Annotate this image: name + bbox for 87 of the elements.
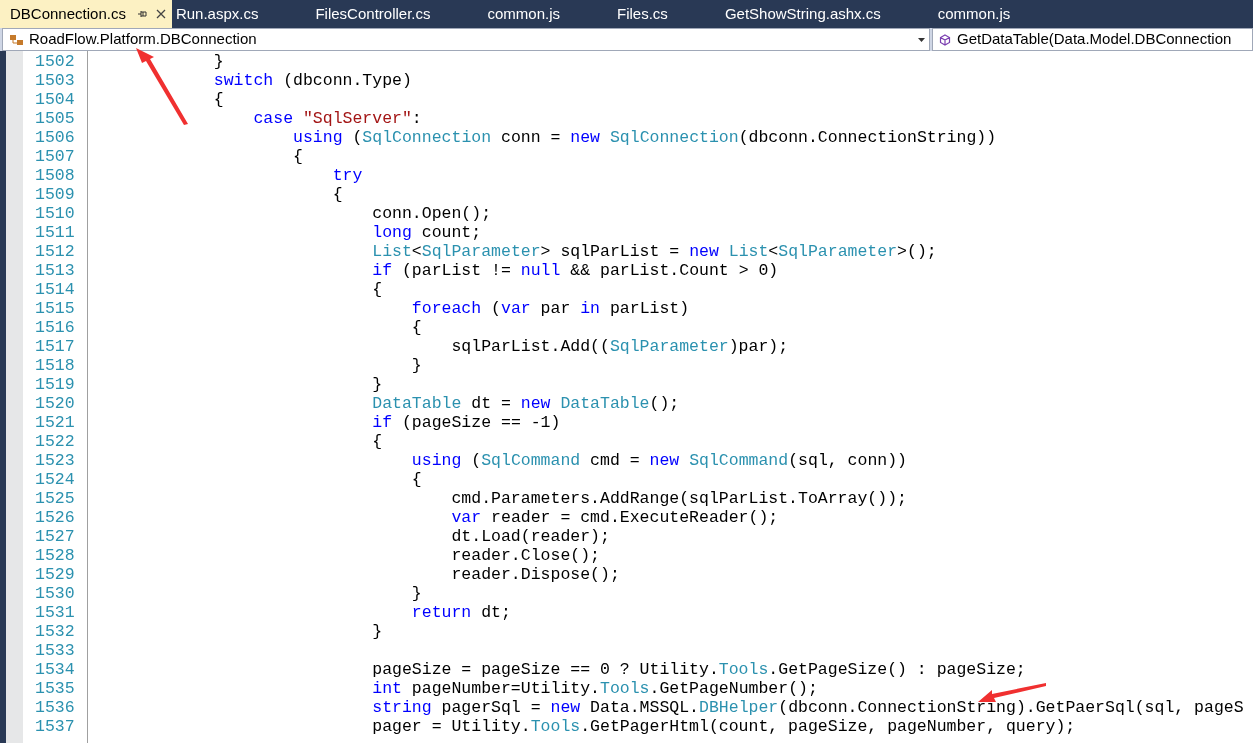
code-line: long count; xyxy=(371,223,482,242)
line-number: 1528 xyxy=(35,546,75,565)
line-number: 1524 xyxy=(35,470,75,489)
member-dropdown[interactable]: GetDataTable(Data.Model.DBConnection xyxy=(932,28,1253,51)
pin-icon[interactable] xyxy=(137,10,148,18)
line-number: 1529 xyxy=(35,565,75,584)
code-line: sqlParList.Add((SqlParameter)par); xyxy=(450,337,789,356)
line-number: 1531 xyxy=(35,603,75,622)
code-line: int pageNumber=Utility.Tools.GetPageNumber(); xyxy=(371,679,818,698)
line-number: 1534 xyxy=(35,660,75,679)
line-number: 1525 xyxy=(35,489,75,508)
code-line: List<SqlParameter> sqlParList = new List<SqlParameter>(); xyxy=(371,242,937,261)
code-line: } xyxy=(371,375,383,394)
code-line: } xyxy=(212,52,224,71)
dropdown-caret-icon xyxy=(918,37,925,42)
line-number: 1521 xyxy=(35,413,75,432)
code-line: if (parList != null && parList.Count > 0) xyxy=(371,261,779,280)
line-number: 1510 xyxy=(35,204,75,223)
line-number: 1532 xyxy=(35,622,75,641)
code-line: reader.Close(); xyxy=(450,546,600,565)
code-line: { xyxy=(371,432,383,451)
line-number: 1508 xyxy=(35,166,75,185)
code-line: pager = Utility.Tools.GetPagerHtml(count, pageSize, pageNumber, query); xyxy=(371,717,1076,736)
line-number: 1526 xyxy=(35,508,75,527)
line-number: 1512 xyxy=(35,242,75,261)
type-name: RoadFlow.Platform.DBConnection xyxy=(29,29,258,50)
code-line: } xyxy=(371,622,383,641)
code-line: { xyxy=(212,90,224,109)
line-number: 1516 xyxy=(35,318,75,337)
line-number: 1537 xyxy=(35,717,75,736)
code-line: using (SqlCommand cmd = new SqlCommand(sql, conn)) xyxy=(410,451,907,470)
code-line: { xyxy=(371,280,383,299)
code-line: conn.Open(); xyxy=(371,204,492,223)
line-number: 1519 xyxy=(35,375,75,394)
code-line: } xyxy=(410,356,422,375)
code-line: string pagerSql = new Data.MSSQL.DBHelper(dbconn.ConnectionString).GetPaerSql(sql, pageS xyxy=(371,698,1244,717)
code-line: return dt; xyxy=(410,603,511,622)
code-line: cmd.Parameters.AddRange(sqlParList.ToArray()); xyxy=(450,489,907,508)
line-number: 1511 xyxy=(35,223,75,242)
code-line: foreach (var par in parList) xyxy=(410,299,690,318)
code-line: case "SqlServer": xyxy=(252,109,422,128)
line-number: 1504 xyxy=(35,90,75,109)
line-number: 1522 xyxy=(35,432,75,451)
file-tab[interactable]: GetShowString.ashx.cs xyxy=(724,0,938,28)
line-number: 1514 xyxy=(35,280,75,299)
file-tab[interactable]: FilesController.cs xyxy=(315,0,488,28)
code-line: var reader = cmd.ExecuteReader(); xyxy=(450,508,779,527)
code-line: { xyxy=(410,318,422,337)
code-line: switch (dbconn.Type) xyxy=(212,71,412,90)
line-number: 1523 xyxy=(35,451,75,470)
code-line: if (pageSize == -1) xyxy=(371,413,561,432)
line-number: 1509 xyxy=(35,185,75,204)
file-tab[interactable]: common.js xyxy=(487,0,618,28)
code-line: DataTable dt = new DataTable(); xyxy=(371,394,680,413)
line-number: 1503 xyxy=(35,71,75,90)
line-number: 1536 xyxy=(35,698,75,717)
file-tab[interactable]: DBConnection.cs xyxy=(0,0,172,28)
line-number: 1506 xyxy=(35,128,75,147)
member-name: GetDataTable(Data.Model.DBConnection xyxy=(957,29,1232,50)
code-line: { xyxy=(292,147,303,166)
line-number: 1535 xyxy=(35,679,75,698)
type-dropdown[interactable]: RoadFlow.Platform.DBConnection xyxy=(2,28,930,51)
code-line: try xyxy=(331,166,363,185)
code-line: using (SqlConnection conn = new SqlConnection(dbconn.ConnectionString)) xyxy=(292,128,997,147)
code-line: dt.Load(reader); xyxy=(450,527,610,546)
line-number: 1533 xyxy=(35,641,75,660)
line-number: 1527 xyxy=(35,527,75,546)
file-tab[interactable]: common.js xyxy=(937,0,1068,28)
cube-icon xyxy=(939,33,951,46)
class-icon xyxy=(9,33,25,46)
code-line: } xyxy=(410,584,422,603)
line-number: 1530 xyxy=(35,584,75,603)
code-line: pageSize = pageSize == 0 ? Utility.Tools.GetPageSize() : pageSize; xyxy=(371,660,1026,679)
code-line: { xyxy=(331,185,343,204)
line-number: 1513 xyxy=(35,261,75,280)
line-number: 1520 xyxy=(35,394,75,413)
line-number: 1515 xyxy=(35,299,75,318)
code-line: { xyxy=(410,470,422,489)
file-tab[interactable]: Files.cs xyxy=(617,0,725,28)
line-number: 1518 xyxy=(35,356,75,375)
line-number: 1502 xyxy=(35,52,75,71)
close-icon[interactable] xyxy=(155,9,166,19)
file-tab[interactable]: Run.aspx.cs xyxy=(175,0,316,28)
line-number: 1505 xyxy=(35,109,75,128)
line-number: 1507 xyxy=(35,147,75,166)
line-number: 1517 xyxy=(35,337,75,356)
code-line: reader.Dispose(); xyxy=(450,565,620,584)
